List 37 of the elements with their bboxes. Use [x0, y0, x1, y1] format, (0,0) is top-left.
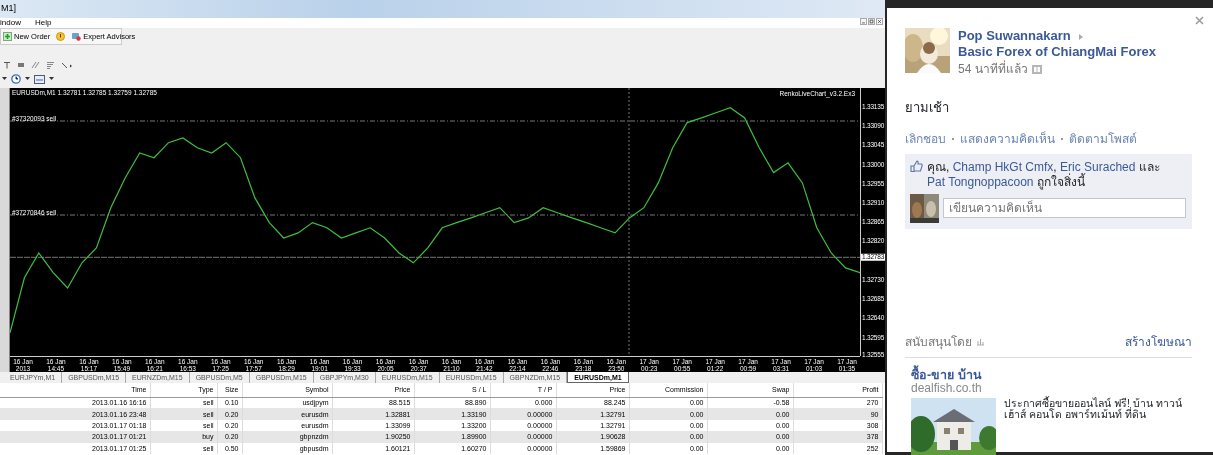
text-tool-icon[interactable] [3, 60, 11, 69]
name-link[interactable]: Pat Tongnoppacoon [927, 174, 1034, 189]
create-ad-link[interactable]: สร้างโฆษณา [1125, 332, 1192, 351]
arrow-icon [1078, 32, 1085, 41]
sponsored-label: สนับสนุนโดย [905, 333, 972, 351]
action-link[interactable]: เลิกชอบ [905, 129, 946, 148]
plus-icon [3, 32, 12, 41]
caret-icon[interactable] [49, 77, 54, 81]
likes-text: คุณ, Champ HkGt Cmfx, Eric Surached และ Pat Tongnoppacoon ถูกใจสิ่งนี้ [927, 159, 1161, 190]
comment-field[interactable]: เขียนความคิดเห็น [943, 198, 1186, 218]
ad-title[interactable]: ซื้อ-ขาย บ้าน [911, 367, 1193, 382]
ad-domain: dealfish.co.th [911, 381, 983, 394]
post-time[interactable]: 54 นาทีที่แล้ว [958, 60, 1028, 78]
name-link[interactable]: Eric Surached [1060, 159, 1136, 174]
template-icon[interactable] [34, 74, 45, 84]
ad-icon [976, 337, 985, 346]
close-icon[interactable] [876, 18, 883, 25]
audience-icon [1031, 64, 1042, 74]
group-link[interactable]: Basic Forex of ChiangMai Forex [958, 44, 1156, 60]
window-title: M1] [1, 2, 16, 16]
arrows-icon[interactable] [61, 60, 73, 69]
caret-icon[interactable] [2, 77, 7, 81]
author-link[interactable]: Pop Suwannakarn [958, 28, 1071, 43]
clock-icon[interactable] [11, 74, 21, 84]
close-icon [1195, 16, 1204, 25]
restore-icon[interactable] [868, 18, 875, 25]
fibonacci-icon[interactable] [46, 60, 55, 69]
thumbs-up-icon [910, 159, 923, 172]
caret-icon[interactable] [25, 77, 30, 81]
post-text: ยามเช้า [905, 99, 950, 117]
action-link[interactable]: แสดงความคิดเห็น [960, 129, 1055, 148]
action-link[interactable]: ติดตามโพสต์ [1069, 129, 1137, 148]
close-button[interactable] [1195, 16, 1204, 25]
ad-text: ประกาศซื้อขายออนไลน์ ฟรี! บ้าน ทาวน์เฮ้าส์ คอนโด อพาร์ทเม้นท์ ที่ดิน [1004, 397, 1183, 422]
menu-item[interactable]: Help [34, 17, 52, 29]
warning-icon[interactable] [56, 32, 66, 41]
menu-item[interactable]: indow [0, 17, 21, 29]
